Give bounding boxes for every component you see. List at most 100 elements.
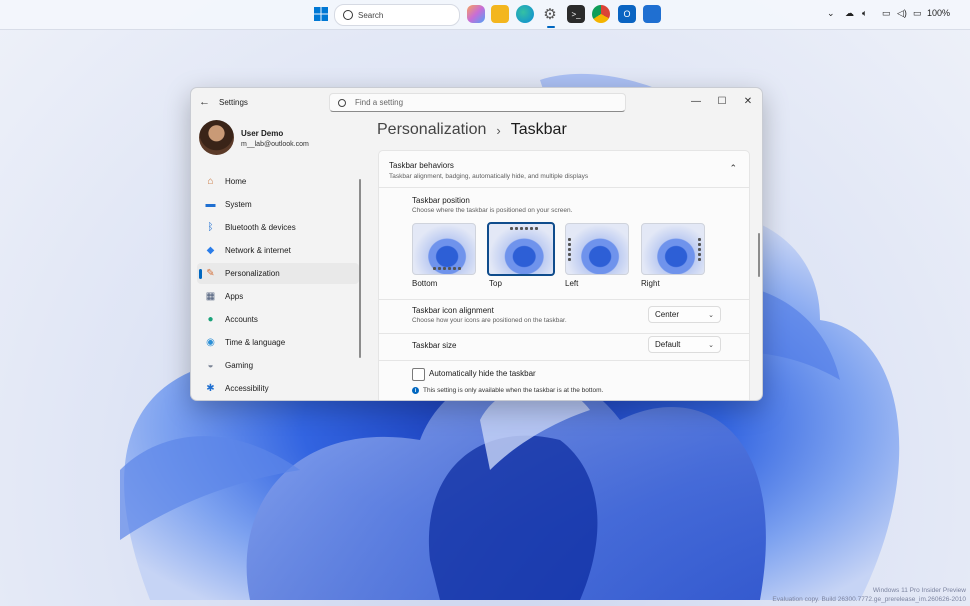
terminal-icon[interactable]: >_ — [567, 5, 585, 23]
gamepad-icon: ◒ — [207, 360, 214, 371]
chevron-down-icon: ⌄ — [708, 341, 714, 349]
page-title: Taskbar — [510, 121, 567, 138]
content-scrollbar[interactable] — [758, 233, 760, 277]
edge-icon[interactable] — [516, 5, 534, 23]
taskbar-behaviors-header[interactable]: Taskbar behaviors Taskbar alignment, bad… — [378, 150, 750, 188]
store-icon[interactable] — [643, 5, 661, 23]
taskbar-behaviors-title: Taskbar behaviors — [389, 161, 454, 170]
file-explorer-icon[interactable] — [491, 5, 509, 23]
wifi-icon: ◆ — [206, 245, 215, 256]
position-option-bottom[interactable] — [412, 223, 476, 275]
sidebar-item-label: Time & language — [225, 338, 286, 347]
accessibility-icon: ✱ — [206, 383, 215, 394]
close-button[interactable]: ✕ — [736, 92, 760, 110]
sidebar-item-home[interactable]: ⌂ Home — [197, 171, 359, 192]
volume-icon[interactable]: ◁) — [897, 8, 907, 19]
sidebar-item-system[interactable]: ▬ System — [197, 194, 359, 215]
minimize-button[interactable]: — — [684, 92, 708, 110]
selection-indicator — [199, 269, 202, 279]
taskbar-behaviors-subtitle: Taskbar alignment, badging, automaticall… — [389, 173, 589, 180]
cloud-icon[interactable]: ☁ — [845, 8, 854, 19]
sidebar-item-network-internet[interactable]: ◆ Network & internet — [197, 240, 359, 261]
battery-percent: 100% — [927, 8, 951, 18]
taskbar-search-placeholder: Search — [358, 10, 384, 20]
position-option-top[interactable] — [487, 222, 555, 276]
sidebar-item-label: Network & internet — [225, 246, 291, 255]
autohide-note: This setting is only available when the … — [423, 387, 604, 394]
icon-alignment-value: Center — [655, 310, 680, 319]
taskbar-position-desc: Choose where the taskbar is positioned o… — [412, 207, 573, 214]
maximize-button[interactable]: ☐ — [710, 92, 734, 110]
user-email: m__lab@outlook.com — [241, 141, 309, 148]
breadcrumb-parent[interactable]: Personalization — [377, 121, 486, 139]
autohide-checkbox[interactable] — [412, 368, 425, 381]
chevron-up-icon[interactable]: ⌃ — [729, 163, 737, 174]
icon-alignment-dropdown[interactable]: Center ⌄ — [648, 306, 721, 323]
sidebar-item-label: Personalization — [225, 269, 280, 278]
bluetooth-icon: ᛒ — [207, 222, 214, 233]
back-arrow-icon[interactable]: ← — [199, 96, 210, 108]
person-icon: ● — [207, 314, 214, 325]
active-app-indicator — [547, 26, 555, 28]
autohide-row — [378, 360, 750, 400]
globe-icon: ◉ — [206, 337, 215, 348]
title-bar: ← Settings Find a setting — ☐ ✕ — [191, 88, 762, 116]
autohide-label[interactable]: Automatically hide the taskbar — [429, 369, 536, 378]
taskbar-size-dropdown[interactable]: Default ⌄ — [648, 336, 721, 353]
copilot-icon[interactable] — [467, 5, 485, 23]
position-option-right[interactable] — [641, 223, 705, 275]
speaker-icon[interactable]: 🔈︎ — [862, 8, 867, 19]
sidebar-item-apps[interactable]: ▦ Apps — [197, 286, 359, 307]
info-icon: i — [412, 387, 419, 394]
sidebar-item-label: System — [225, 200, 252, 209]
watermark-line1: Windows 11 Pro Insider Preview — [872, 587, 966, 594]
sidebar-item-bluetooth-devices[interactable]: ᛒ Bluetooth & devices — [197, 217, 359, 238]
settings-window: ← Settings Find a setting — ☐ ✕ User Dem… — [190, 87, 763, 401]
search-icon — [343, 10, 353, 20]
taskbar: Search ⚙ >_ O ⌄ ☁ 🔈︎ ▭ ◁) ▭ 100% — [0, 0, 970, 30]
position-label-left: Left — [565, 279, 579, 288]
breadcrumb: Personalization › Taskbar — [377, 121, 567, 139]
avatar[interactable] — [199, 120, 234, 155]
battery-icon[interactable]: ▭ — [913, 8, 922, 19]
taskbar-position-title: Taskbar position — [412, 196, 470, 205]
find-setting-placeholder: Find a setting — [355, 98, 404, 107]
windows-start-icon[interactable] — [312, 5, 330, 23]
chevron-down-icon: ⌄ — [708, 311, 714, 319]
taskbar-search[interactable]: Search — [334, 4, 460, 26]
settings-gear-icon[interactable]: ⚙ — [541, 5, 559, 23]
icon-alignment-desc: Choose how your icons are positioned on … — [412, 317, 567, 324]
icon-alignment-title: Taskbar icon alignment — [412, 306, 494, 315]
find-setting-input[interactable]: Find a setting — [329, 93, 626, 112]
home-icon: ⌂ — [207, 176, 214, 187]
position-label-top: Top — [489, 279, 502, 288]
sidebar-item-label: Apps — [225, 292, 244, 301]
sidebar-item-label: Bluetooth & devices — [225, 223, 296, 232]
breadcrumb-separator: › — [496, 122, 501, 138]
sidebar-scrollbar[interactable] — [359, 179, 361, 358]
outlook-icon[interactable]: O — [618, 5, 636, 23]
brush-icon: ✎ — [206, 268, 215, 279]
chevron-up-tray-icon[interactable]: ⌄ — [827, 8, 835, 19]
sidebar-item-label: Accounts — [225, 315, 258, 324]
search-icon — [338, 98, 346, 107]
sidebar-item-gaming[interactable]: ◒ Gaming — [197, 355, 359, 376]
sidebar-item-label: Home — [225, 177, 247, 186]
app-title: Settings — [219, 98, 248, 107]
desktop: Search ⚙ >_ O ⌄ ☁ 🔈︎ ▭ ◁) ▭ 100% ← Setti… — [0, 0, 970, 606]
sidebar-item-label: Accessibility — [225, 384, 269, 393]
sidebar-item-accessibility[interactable]: ✱ Accessibility — [197, 378, 359, 399]
sidebar-item-time-language[interactable]: ◉ Time & language — [197, 332, 359, 353]
monitor-icon: ▬ — [205, 199, 216, 210]
display-icon[interactable]: ▭ — [882, 8, 891, 19]
taskbar-size-value: Default — [655, 340, 681, 349]
position-option-left[interactable] — [565, 223, 629, 275]
chrome-icon[interactable] — [592, 5, 610, 23]
taskbar-size-title: Taskbar size — [412, 341, 457, 350]
watermark-line2: Evaluation copy. Build 26300.7772.ge_pre… — [772, 596, 966, 603]
position-label-right: Right — [641, 279, 660, 288]
sidebar-item-personalization[interactable]: ✎ Personalization — [197, 263, 359, 284]
apps-icon: ▦ — [205, 291, 216, 302]
sidebar-item-accounts[interactable]: ● Accounts — [197, 309, 359, 330]
sidebar-item-label: Gaming — [225, 361, 254, 370]
